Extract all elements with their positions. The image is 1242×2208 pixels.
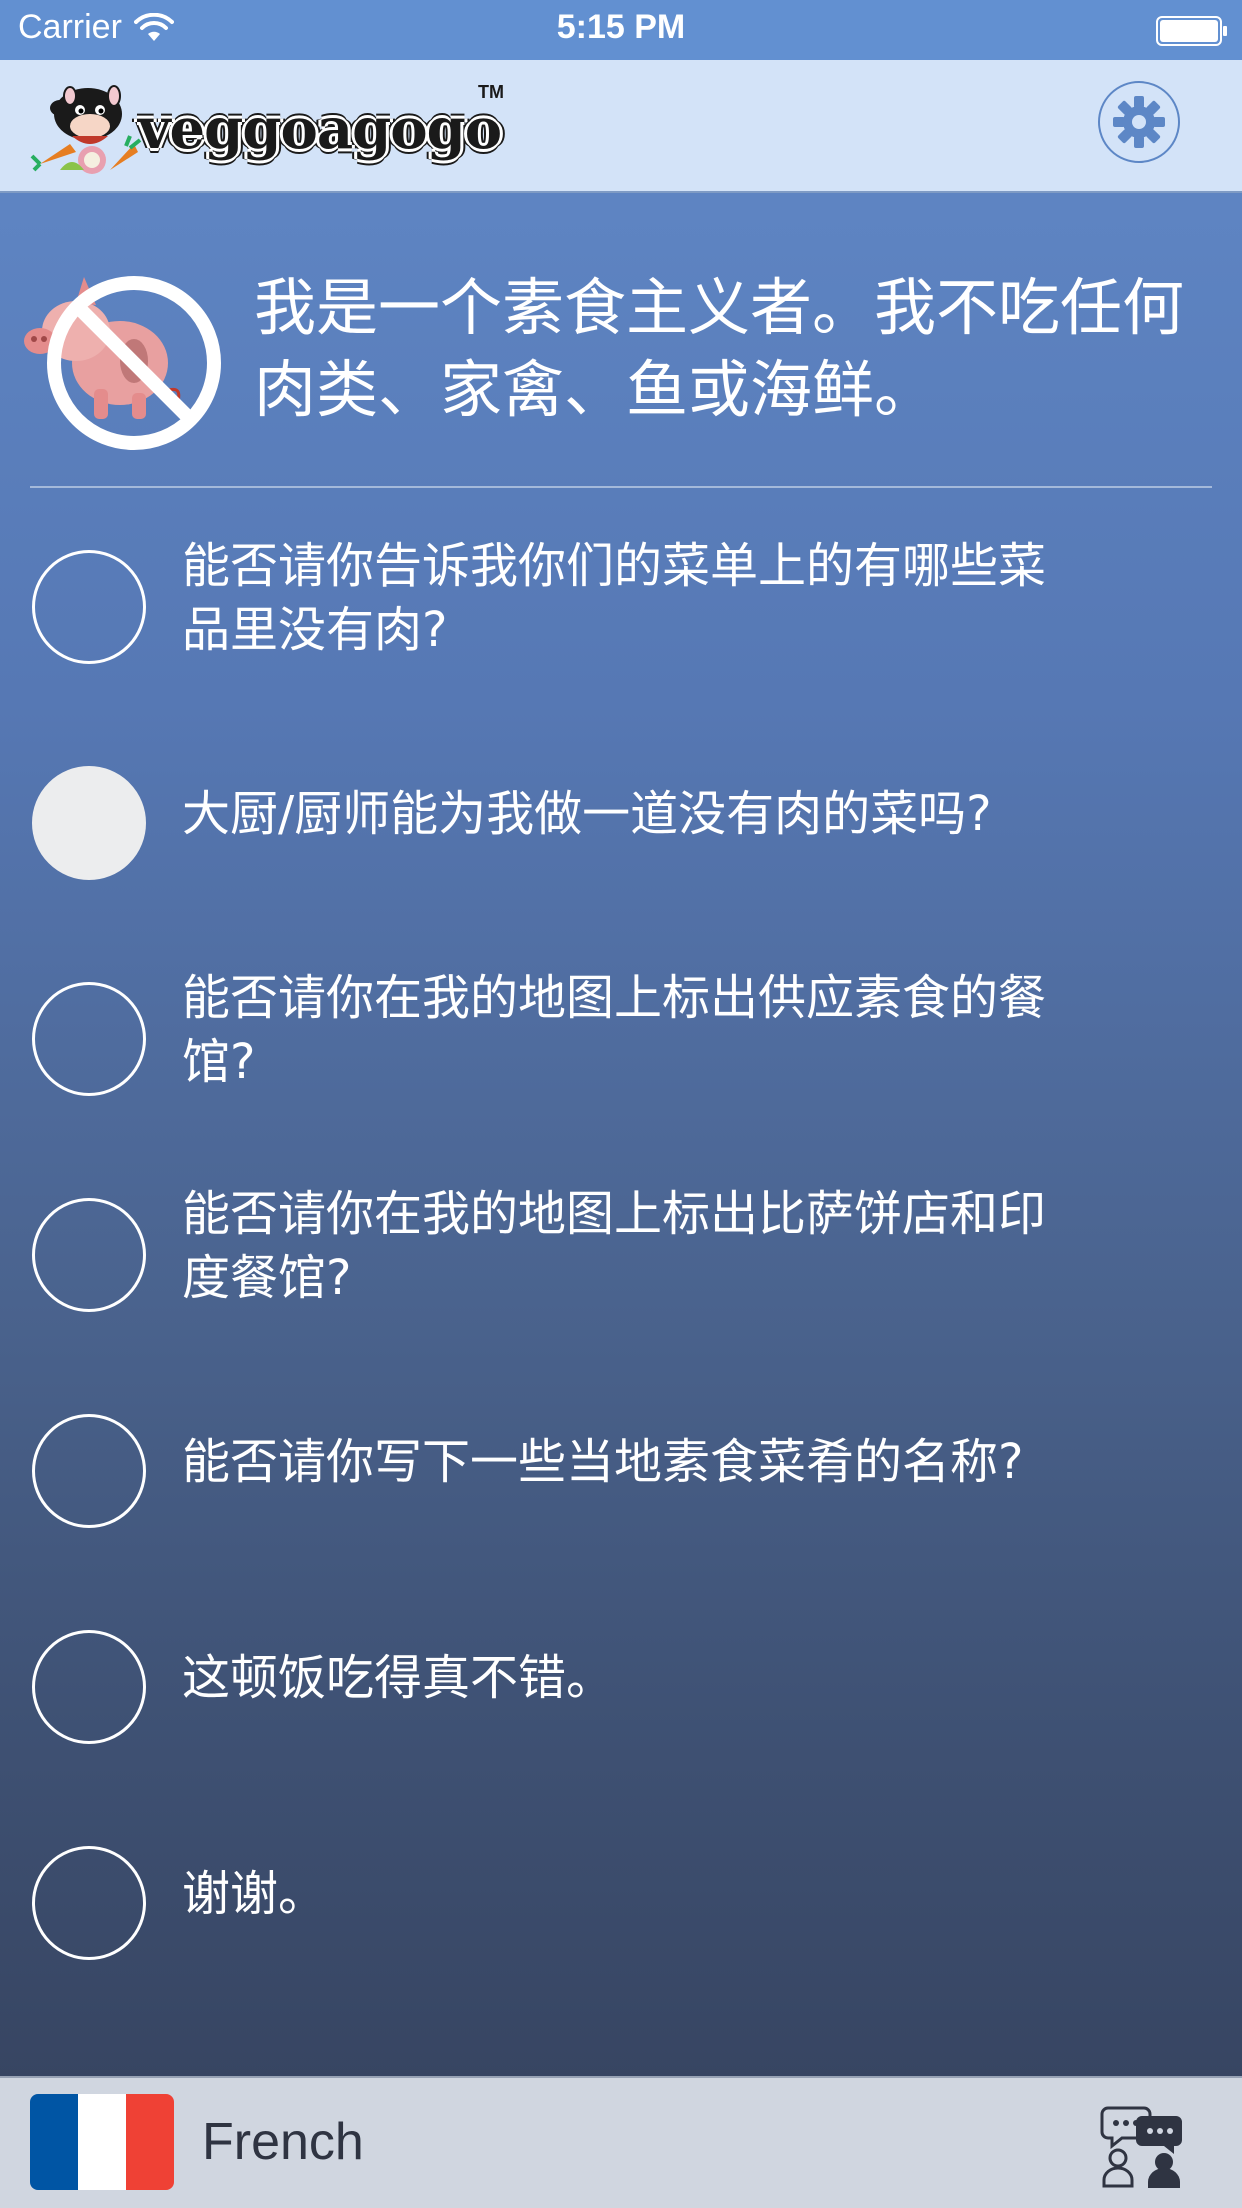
language-selector[interactable]: French	[202, 2112, 364, 2172]
phrase-line: 能否请你写下一些当地素食菜肴的名称?	[182, 1434, 1024, 1490]
radio-button[interactable]	[32, 1846, 146, 1960]
phrase-line: 能否请你在我的地图上标出供应素食的餐	[182, 970, 1047, 1026]
phrase-line: 能否请你告诉我你们的菜单上的有哪些菜	[182, 538, 1047, 594]
phrase-option[interactable]: 大厨/厨师能为我做一道没有肉的菜吗?	[0, 706, 1242, 922]
phrase-text: 能否请你在我的地图上标出比萨饼店和印 度餐馆?	[182, 1138, 1182, 1354]
vegetarian-statement: 我是一个素食主义者。我不吃任何肉类、家禽、鱼或海鲜。	[254, 271, 1185, 426]
settings-button[interactable]	[1098, 81, 1180, 163]
phrase-list: 能否请你告诉我你们的菜单上的有哪些菜 品里没有肉? 大厨/厨师能为我做一道没有肉…	[0, 490, 1242, 2002]
radio-button[interactable]	[32, 766, 146, 880]
phrase-line: 品里没有肉?	[182, 602, 448, 658]
french-flag-icon[interactable]	[30, 2094, 174, 2190]
phrase-text: 大厨/厨师能为我做一道没有肉的菜吗?	[182, 706, 1182, 922]
flag-band-red	[126, 2094, 174, 2190]
phrase-text: 能否请你写下一些当地素食菜肴的名称?	[182, 1354, 1182, 1570]
phrase-option[interactable]: 这顿饭吃得真不错。	[0, 1570, 1242, 1786]
gear-icon	[1113, 96, 1165, 148]
phrase-line: 馆?	[182, 1034, 256, 1090]
phrase-line: 这顿饭吃得真不错。	[182, 1650, 615, 1706]
radio-button[interactable]	[32, 1198, 146, 1312]
logo-wordmark: veggoagogo	[138, 96, 502, 162]
intro-section: 我是一个素食主义者。我不吃任何肉类、家禽、鱼或海鲜。	[0, 191, 1242, 488]
phrase-option[interactable]: 能否请你告诉我你们的菜单上的有哪些菜 品里没有肉?	[0, 490, 1242, 706]
phrase-text: 能否请你在我的地图上标出供应素食的餐 馆?	[182, 922, 1182, 1138]
conversation-icon[interactable]	[1098, 2100, 1186, 2188]
radio-button[interactable]	[32, 982, 146, 1096]
phrase-option[interactable]: 谢谢。	[0, 1786, 1242, 2002]
trademark-label: TM	[478, 82, 504, 102]
language-bar: French	[0, 2076, 1242, 2208]
phrase-text: 谢谢。	[182, 1786, 1182, 2002]
radio-button[interactable]	[32, 1630, 146, 1744]
battery-icon	[1156, 16, 1227, 46]
cow-mascot-icon	[30, 85, 142, 174]
phrase-option[interactable]: 能否请你在我的地图上标出供应素食的餐 馆?	[0, 922, 1242, 1138]
phrase-line: 能否请你在我的地图上标出比萨饼店和印	[182, 1186, 1047, 1242]
phrase-text: 能否请你告诉我你们的菜单上的有哪些菜 品里没有肉?	[182, 490, 1182, 706]
section-divider	[30, 486, 1212, 488]
flag-band-blue	[30, 2094, 78, 2190]
phrase-option[interactable]: 能否请你写下一些当地素食菜肴的名称?	[0, 1354, 1242, 1570]
app-header: veggoagogo TM	[0, 60, 1242, 193]
flag-band-white	[78, 2094, 126, 2190]
app-screen: Carrier 5:15 PM veggoagogo TM 我是一个素食主义者。…	[0, 0, 1242, 2208]
phrase-text: 这顿饭吃得真不错。	[182, 1570, 1182, 1786]
no-meat-pig-icon	[24, 276, 221, 450]
app-logo[interactable]: veggoagogo TM	[30, 74, 510, 180]
phrase-line: 大厨/厨师能为我做一道没有肉的菜吗?	[182, 786, 992, 842]
phrase-line: 度餐馆?	[182, 1250, 352, 1306]
phrase-line: 谢谢。	[182, 1866, 327, 1922]
status-bar: Carrier 5:15 PM	[0, 0, 1242, 60]
status-time: 5:15 PM	[556, 8, 686, 46]
radio-button[interactable]	[32, 1414, 146, 1528]
radio-button[interactable]	[32, 550, 146, 664]
phrase-option[interactable]: 能否请你在我的地图上标出比萨饼店和印 度餐馆?	[0, 1138, 1242, 1354]
